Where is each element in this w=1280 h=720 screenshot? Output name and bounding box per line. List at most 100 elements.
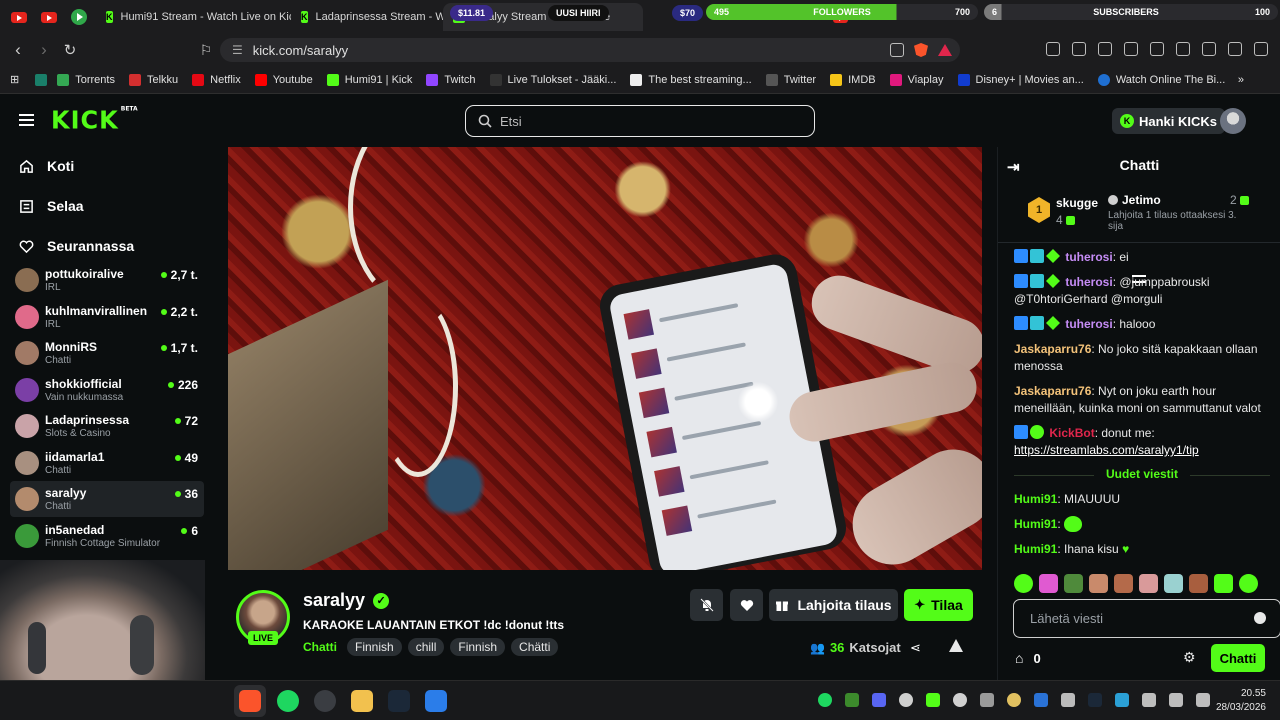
nav-seurannassa[interactable]: Seurannassa [19, 238, 134, 254]
tab-humi91[interactable]: K Humi91 Stream - Watch Live on Kick [96, 3, 291, 31]
emote-icon[interactable] [1189, 574, 1208, 593]
wallet-icon[interactable] [1176, 42, 1190, 56]
tab-ladaprinsessa[interactable]: K Ladaprinsessa Stream - Watc [291, 3, 443, 31]
tray-icon[interactable] [953, 693, 967, 707]
site-settings-icon[interactable]: ☰ [232, 43, 243, 57]
bookmark-app[interactable] [35, 73, 48, 86]
sidebar-channel[interactable]: in5anedad Finnish Cottage Simulator 6 [10, 518, 204, 554]
steam-icon[interactable] [388, 690, 410, 712]
bookmark-humi91-kick[interactable]: Humi91 | Kick [326, 73, 412, 86]
pinned-tab-player[interactable] [68, 7, 90, 27]
emote-icon[interactable] [1139, 574, 1158, 593]
chat-username[interactable]: tuherosi [1065, 275, 1112, 289]
chat-username[interactable]: tuherosi [1065, 250, 1112, 264]
notifications-button[interactable] [690, 589, 723, 621]
app-icon[interactable] [425, 690, 447, 712]
share-icon[interactable] [890, 43, 904, 57]
collapse-chat-icon[interactable]: ⇥ [1007, 158, 1020, 176]
vpn-icon[interactable] [1228, 42, 1242, 56]
brave-shields-icon[interactable] [914, 43, 928, 57]
spotify-icon[interactable] [277, 690, 299, 712]
bookmark-streaming[interactable]: The best streaming... [630, 73, 752, 86]
forward-icon[interactable]: › [31, 40, 57, 60]
follow-button[interactable] [730, 589, 763, 621]
system-clock[interactable]: 20.55 28/03/2026 [1216, 687, 1266, 715]
chat-username[interactable]: tuherosi [1065, 317, 1112, 331]
report-icon[interactable] [949, 639, 963, 652]
apps-icon[interactable]: ⊞ [10, 73, 19, 86]
tag[interactable]: Finnish [450, 638, 506, 656]
steam-tray-icon[interactable] [1088, 693, 1102, 707]
tag[interactable]: Chätti [511, 638, 559, 656]
sidebar-channel[interactable]: pottukoiralive IRL 2,7 t. [10, 262, 204, 298]
spotify-tray-icon[interactable] [818, 693, 832, 707]
obs-icon[interactable] [314, 690, 336, 712]
nav-selaa[interactable]: Selaa [19, 198, 84, 214]
bookmark-disney[interactable]: Disney+ | Movies an... [957, 73, 1084, 86]
chat-username[interactable]: Humi91 [1014, 517, 1057, 531]
leo-icon[interactable] [1202, 42, 1216, 56]
emote-icon[interactable] [1214, 574, 1233, 593]
sidebar-icon[interactable] [1150, 42, 1164, 56]
sidebar-channel[interactable]: kuhlmanvirallinen IRL 2,2 t. [10, 299, 204, 335]
sidebar-channel[interactable]: saralyy Chatti 36 [10, 481, 204, 517]
pinned-tab-youtube-2[interactable] [38, 7, 60, 27]
leaderboard-second-name[interactable]: Jetimo [1108, 193, 1161, 207]
chat-username[interactable]: Jaskaparru76 [1014, 342, 1091, 356]
chat-username[interactable]: KickBot [1049, 426, 1094, 440]
chat-username[interactable]: Jaskaparru76 [1014, 384, 1091, 398]
hanki-kicks-button[interactable]: K Hanki KICKs [1112, 108, 1226, 134]
nav-koti[interactable]: Koti [19, 158, 74, 174]
bookmark-torrents[interactable]: Torrents [57, 73, 115, 86]
gear-icon[interactable]: ⚙ [1183, 649, 1196, 666]
sidebar-channel[interactable]: iidamarla1 Chatti 49 [10, 445, 204, 481]
emote-icon[interactable] [1114, 574, 1133, 593]
channel-points[interactable]: ⌂ 0 [1015, 650, 1041, 666]
leaderboard-first-name[interactable]: skugge [1056, 196, 1098, 210]
chat-username[interactable]: Humi91 [1014, 492, 1057, 506]
puzzle-icon[interactable] [1072, 42, 1086, 56]
kick-logo[interactable]: KICK BETA [51, 105, 138, 134]
category-link[interactable]: Chatti [303, 640, 337, 654]
cloud-icon[interactable] [899, 693, 913, 707]
bookmark-twitter[interactable]: Twitter [765, 73, 816, 86]
subscribe-button[interactable]: ✦ Tilaa [904, 589, 973, 621]
more-bookmarks-icon[interactable]: » [1238, 74, 1244, 86]
sidebar-channel[interactable]: shokkiofficial Vain nukkumassa 226 [10, 372, 204, 408]
bookmark-imdb[interactable]: IMDB [830, 73, 876, 86]
tray-icon[interactable] [926, 693, 940, 707]
chat-message-input[interactable]: Lähetä viesti [1013, 599, 1280, 638]
back-icon[interactable]: ‹ [5, 40, 31, 60]
network-icon[interactable] [1196, 693, 1210, 707]
reload-icon[interactable]: ↻ [57, 41, 83, 59]
emote-icon[interactable] [1089, 574, 1108, 593]
battery-icon[interactable] [1061, 693, 1075, 707]
tip-link[interactable]: https://streamlabs.com/saralyy1/tip [1014, 443, 1199, 457]
share-icon[interactable]: ⋖ [910, 640, 921, 656]
bookmark-telkku[interactable]: Telkku [128, 73, 178, 86]
music-icon[interactable] [1124, 42, 1138, 56]
gift-subscription-button[interactable]: Lahjoita tilaus [769, 589, 898, 621]
bookmark-netflix[interactable]: Netflix [192, 73, 241, 86]
microphone-icon[interactable] [1142, 693, 1156, 707]
emote-icon[interactable] [1014, 574, 1033, 593]
user-avatar[interactable] [1220, 108, 1246, 134]
url-field[interactable]: ☰ kick.com/saralyy [220, 38, 960, 62]
volume-icon[interactable] [1169, 693, 1183, 707]
file-explorer-icon[interactable] [351, 690, 373, 712]
brave-browser-icon[interactable] [239, 690, 261, 712]
emote-icon[interactable] [1164, 574, 1183, 593]
video-frame[interactable] [228, 147, 982, 570]
chat-username[interactable]: Humi91 [1014, 542, 1057, 556]
send-chat-button[interactable]: Chatti [1211, 644, 1265, 672]
emoji-picker-icon[interactable] [1254, 612, 1266, 624]
bookmark-icon[interactable]: ⚐ [193, 42, 219, 59]
sidebar-channel[interactable]: Ladaprinsessa Slots & Casino 72 [10, 408, 204, 444]
discord-icon[interactable] [872, 693, 886, 707]
tray-icon[interactable] [845, 693, 859, 707]
bookmark-watch-online[interactable]: Watch Online The Bi... [1097, 73, 1225, 86]
bookmark-live-tulokset[interactable]: Live Tulokset - Jääki... [489, 73, 616, 86]
screenshot-icon[interactable] [1098, 42, 1112, 56]
extension-icon[interactable] [1046, 42, 1060, 56]
tray-icon[interactable] [1007, 693, 1021, 707]
